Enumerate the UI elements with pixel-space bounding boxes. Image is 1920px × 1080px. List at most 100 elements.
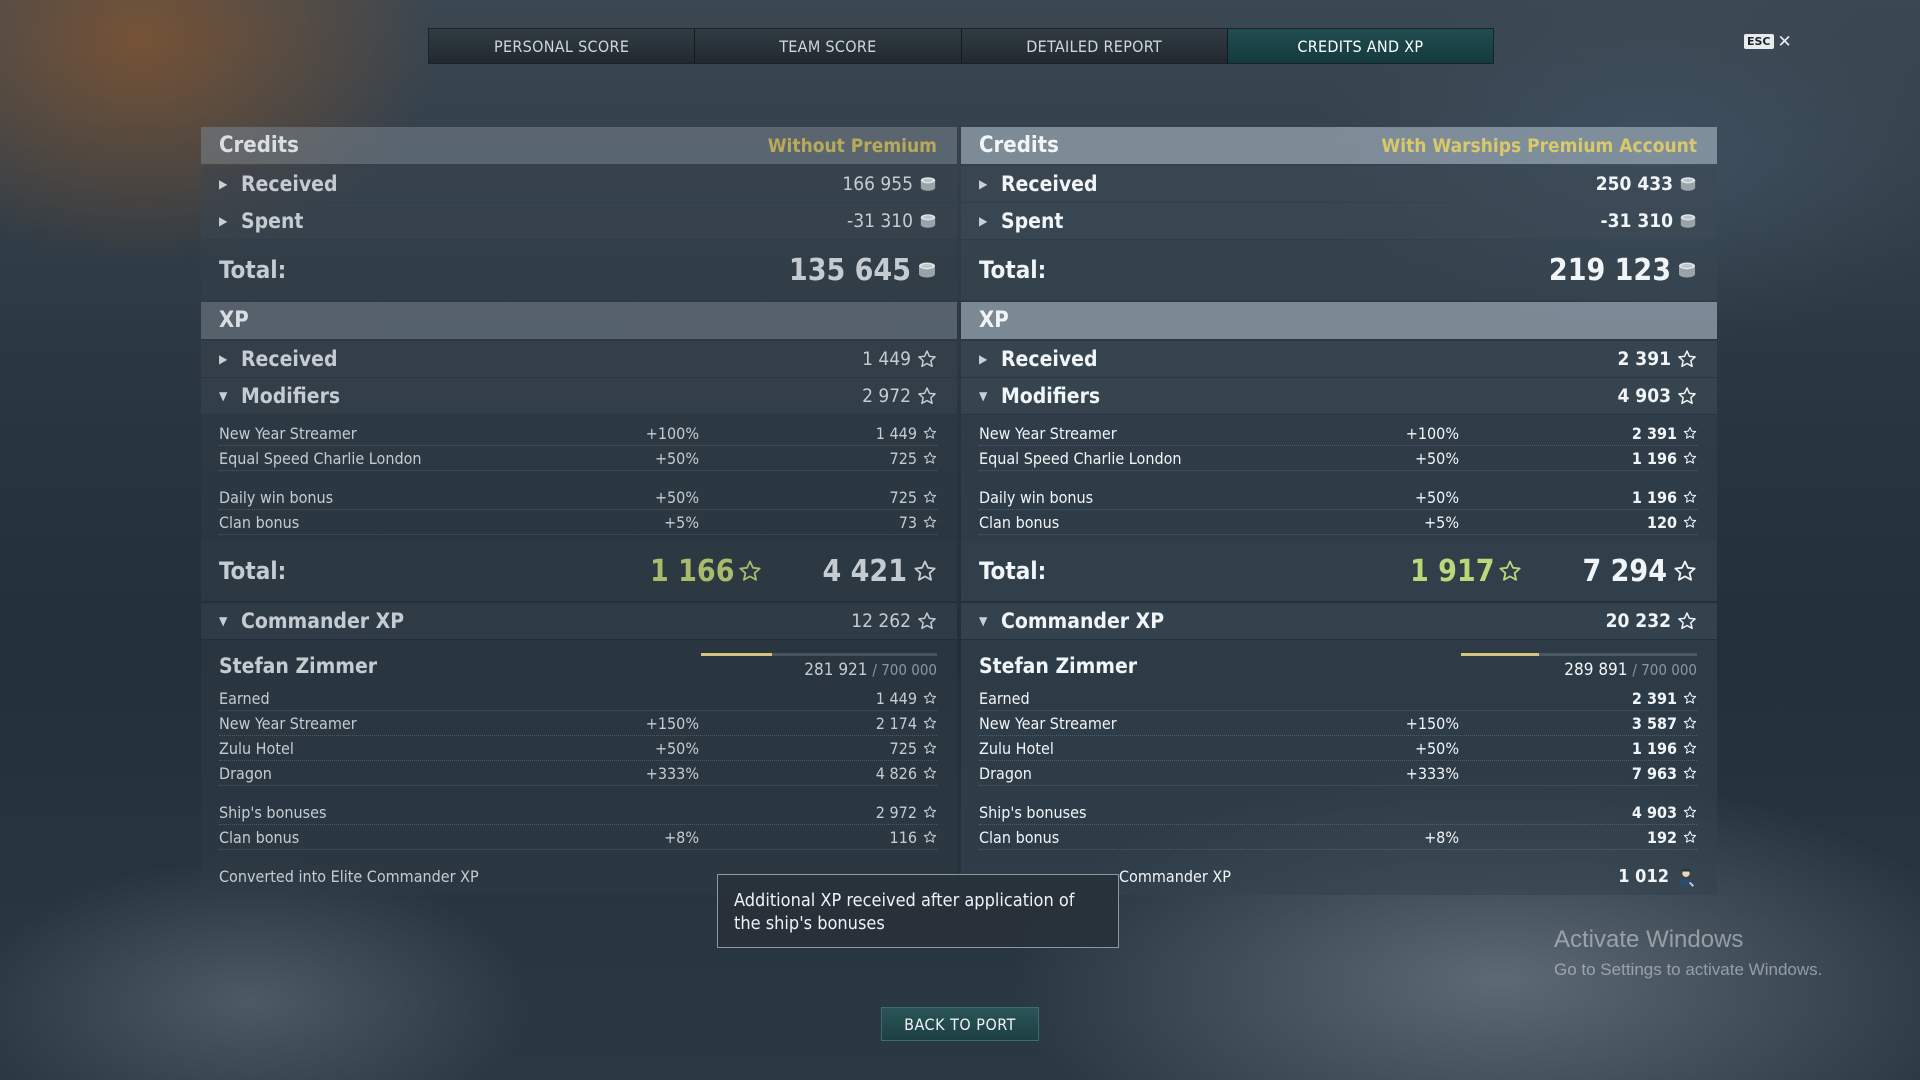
commander-progress-fill <box>701 652 772 656</box>
commander-progress-value: 281 921 <box>804 659 868 680</box>
commander-bonus-amount: 4 903 <box>1631 802 1677 822</box>
credits-title: Credits <box>979 133 1059 158</box>
tooltip: Additional XP received after application… <box>717 874 1119 948</box>
commander-line: New Year Streamer +150% 2 174 <box>219 711 937 736</box>
commander-name: Stefan Zimmer <box>219 654 378 678</box>
xp-total-value: 4 421 <box>822 553 907 589</box>
xp-star-icon <box>1683 830 1697 844</box>
received-label: Received <box>1001 172 1098 196</box>
commander-xp-label: Commander XP <box>241 609 405 633</box>
credits-spent-row[interactable]: ▶ Spent -31 310 <box>201 203 957 239</box>
commander-progress-bar <box>701 652 937 656</box>
xp-modifiers-row[interactable]: ▼ Modifiers 4 903 <box>961 378 1717 414</box>
modifiers-detail: New Year Streamer +100% 2 391 Equal Spee… <box>961 415 1717 541</box>
modifier-amount: 120 <box>1646 512 1677 532</box>
modifier-line: Daily win bonus +50% 725 <box>219 485 937 510</box>
converted-value: 1 012 <box>1618 866 1669 887</box>
modifiers-value: 2 972 <box>862 385 911 407</box>
modifier-percent: +50% <box>654 448 699 468</box>
modifier-name: Daily win bonus <box>979 487 1094 507</box>
converted-label: Converted into Elite Commander XP <box>219 867 479 886</box>
modifier-percent: +50% <box>1414 448 1459 468</box>
commander-bonus-percent: +8% <box>664 827 699 847</box>
commander-line-percent: +150% <box>1405 713 1459 733</box>
commander-line-name: Zulu Hotel <box>219 738 294 758</box>
xp-title: XP <box>979 308 1009 333</box>
tab-detailed-report[interactable]: DETAILED REPORT <box>961 29 1228 63</box>
commander-line-amount: 4 826 <box>875 763 917 783</box>
xp-star-icon <box>923 805 937 819</box>
credits-received-row[interactable]: ▶ Received 250 433 <box>961 166 1717 202</box>
chevron-right-icon: ▶ <box>979 352 988 366</box>
modifier-amount: 725 <box>889 448 917 468</box>
commander-line-amount: 2 391 <box>1631 688 1677 708</box>
credits-header: Credits Without Premium <box>201 127 957 164</box>
tab-personal-score[interactable]: PERSONAL SCORE <box>429 29 696 63</box>
modifier-percent: +100% <box>645 423 699 443</box>
credits-coin-icon <box>917 260 937 280</box>
credits-spent-row[interactable]: ▶ Spent -31 310 <box>961 203 1717 239</box>
chevron-down-icon: ▼ <box>219 389 228 403</box>
xp-star-icon <box>1683 805 1697 819</box>
modifier-line: Clan bonus +5% 120 <box>979 510 1697 535</box>
commander-bonus-name: Ship's bonuses <box>979 802 1087 822</box>
commander-bonus-line: Clan bonus +8% 116 <box>219 825 937 850</box>
xp-header: XP <box>961 302 1717 339</box>
esc-key-badge: ESC <box>1744 34 1774 49</box>
windows-activation-watermark: Activate Windows Go to Settings to activ… <box>1554 926 1822 980</box>
commander-progress-fill <box>1461 652 1539 656</box>
commander-bonus-line: Clan bonus +8% 192 <box>979 825 1697 850</box>
xp-star-icon <box>923 741 937 755</box>
commander-xp-row[interactable]: ▼ Commander XP 12 262 <box>201 603 957 639</box>
commander-name: Stefan Zimmer <box>979 654 1138 678</box>
xp-modifiers-row[interactable]: ▼ Modifiers 2 972 <box>201 378 957 414</box>
commander-bonus-amount: 192 <box>1646 827 1677 847</box>
modifiers-label: Modifiers <box>1001 384 1101 408</box>
xp-star-icon <box>1683 490 1697 504</box>
tab-team-score[interactable]: TEAM SCORE <box>695 29 962 63</box>
xp-total-value: 7 294 <box>1582 553 1667 589</box>
xp-received-row[interactable]: ▶ Received 1 449 <box>201 341 957 377</box>
commander-progress-value: 289 891 <box>1564 659 1628 680</box>
commander-line-name: Zulu Hotel <box>979 738 1054 758</box>
xp-received-row[interactable]: ▶ Received 2 391 <box>961 341 1717 377</box>
commander-line-amount: 1 196 <box>1631 738 1677 758</box>
xp-star-icon <box>923 830 937 844</box>
commander-header: Stefan Zimmer 289 891 / 700 000 <box>979 646 1697 686</box>
xp-star-icon <box>913 559 937 583</box>
modifier-amount: 725 <box>889 487 917 507</box>
commander-line-name: New Year Streamer <box>219 713 357 733</box>
xp-star-icon <box>1677 611 1697 631</box>
credits-total-value: 219 123 <box>1548 252 1671 288</box>
modifier-line: New Year Streamer +100% 2 391 <box>979 421 1697 446</box>
credits-received-row[interactable]: ▶ Received 166 955 <box>201 166 957 202</box>
xp-star-icon <box>738 559 762 583</box>
xp-star-icon <box>917 386 937 406</box>
xp-received-label: Received <box>241 347 338 371</box>
modifier-name: Clan bonus <box>219 512 300 532</box>
commander-line-name: Earned <box>219 688 270 708</box>
commander-line: Dragon +333% 7 963 <box>979 761 1697 786</box>
chevron-right-icon: ▶ <box>219 177 228 191</box>
tab-credits-and-xp[interactable]: CREDITS AND XP <box>1227 29 1493 63</box>
modifier-amount: 2 391 <box>1631 423 1677 443</box>
commander-bonus-name: Clan bonus <box>979 827 1060 847</box>
commander-bonus-line: Ship's bonuses 2 972 <box>219 800 937 825</box>
commander-xp-row[interactable]: ▼ Commander XP 20 232 <box>961 603 1717 639</box>
xp-star-icon <box>1683 426 1697 440</box>
modifiers-label: Modifiers <box>241 384 341 408</box>
close-button[interactable]: ESC ✕ <box>1744 33 1792 50</box>
commander-xp-value: 12 262 <box>851 610 911 632</box>
xp-star-icon <box>1673 559 1697 583</box>
credits-coin-icon <box>1677 260 1697 280</box>
modifier-line: Clan bonus +5% 73 <box>219 510 937 535</box>
credits-total-value: 135 645 <box>788 252 911 288</box>
free-xp-total-value: 1 917 <box>1409 553 1495 589</box>
commander-bonus-amount: 116 <box>889 827 917 847</box>
xp-title: XP <box>219 308 249 333</box>
commander-detail: Stefan Zimmer 281 921 / 700 000 Earned 1… <box>201 640 957 895</box>
total-label: Total: <box>219 557 287 585</box>
modifier-amount: 1 449 <box>875 423 917 443</box>
back-to-port-button[interactable]: BACK TO PORT <box>881 1007 1039 1041</box>
commander-bonus-name: Ship's bonuses <box>219 802 327 822</box>
